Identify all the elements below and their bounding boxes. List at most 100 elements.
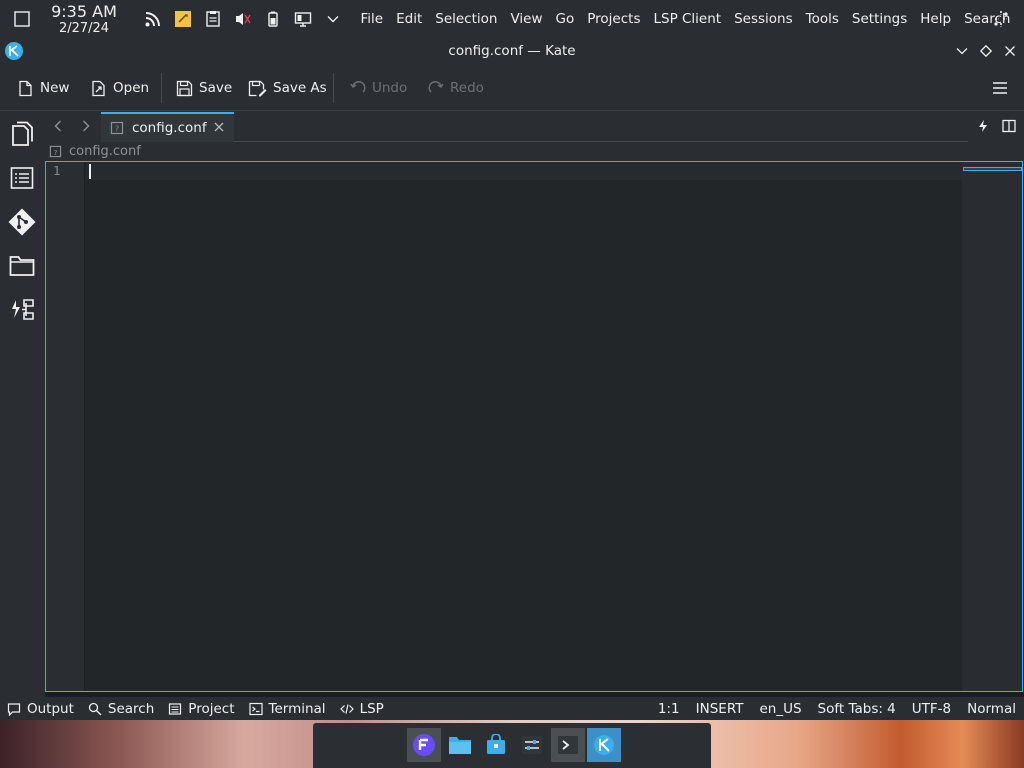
symbol-list-panel-button[interactable] [7,163,37,193]
new-label: New [40,80,70,96]
hamburger-menu-icon [993,82,1007,94]
output-icon [7,702,21,716]
save-as-icon [248,80,267,96]
lsp-label: LSP [359,700,384,717]
quick-open-button[interactable] [974,117,992,135]
redo-label: Redo [450,80,484,96]
battery-icon[interactable] [258,0,288,38]
close-window-button[interactable] [1000,41,1020,61]
display-configuration-icon[interactable] [288,0,318,38]
redo-button[interactable]: Redo [428,65,484,111]
tab-config-conf[interactable]: ? config.conf [101,112,234,142]
menu-help[interactable]: Help [914,0,958,38]
menu-view[interactable]: View [504,0,549,38]
documents-panel-button[interactable] [7,119,37,149]
menu-lsp-client[interactable]: LSP Client [647,0,728,38]
save-button[interactable]: Save [176,65,232,111]
go-back-button[interactable] [49,117,67,135]
project-icon [169,702,182,715]
close-tab-icon[interactable] [213,121,225,133]
chevron-left-icon [54,120,61,132]
task-terminal[interactable] [551,728,585,762]
menu-projects[interactable]: Projects [581,0,647,38]
output-tool-button[interactable]: Output [0,697,81,720]
maximize-button[interactable] [976,41,996,61]
text-editor[interactable]: 1 [45,161,1023,692]
open-document-icon [92,80,105,96]
sticky-notes-icon[interactable] [168,0,198,38]
global-menu-bar: File Edit Selection View Go Projects LSP… [354,0,1017,38]
menu-edit[interactable]: Edit [390,0,429,38]
git-panel-button[interactable] [7,207,37,237]
projects-panel-button[interactable] [7,295,37,325]
discover-icon [487,734,505,754]
task-manager [313,723,711,768]
insert-mode-indicator[interactable]: INSERT [688,701,752,717]
menu-go[interactable]: Go [549,0,581,38]
menu-selection[interactable]: Selection [429,0,504,38]
redo-icon [428,81,444,93]
split-view-icon [1002,119,1016,133]
filesystem-browser-panel-button[interactable] [7,251,37,281]
show-desktop-icon[interactable] [0,0,44,38]
search-tool-button[interactable]: Search [81,697,161,720]
current-line-highlight [86,162,962,180]
open-label: Open [113,80,150,96]
split-view-button[interactable] [1000,117,1018,135]
chevron-down-icon[interactable] [318,0,348,38]
save-as-button[interactable]: Save As [248,65,327,111]
maximize-icon [980,45,992,57]
undo-icon [350,81,366,93]
go-forward-button[interactable] [77,117,95,135]
file-manager-icon [449,737,471,754]
lsp-tool-button[interactable]: LSP [333,697,391,720]
minimize-icon [956,48,968,55]
save-icon [176,80,193,96]
window-titlebar[interactable]: config.conf — Kate [0,38,1024,65]
open-button[interactable]: Open [90,65,149,111]
system-settings-icon [522,736,542,754]
app-launcher-icon [413,734,435,756]
terminal-icon [248,702,263,715]
undo-button[interactable]: Undo [350,65,407,111]
volume-muted-icon[interactable] [228,0,258,38]
window-title: config.conf — Kate [448,43,576,59]
minimap-scrollbar[interactable] [962,162,1022,691]
task-file-manager[interactable] [443,728,477,762]
clock-time: 9:35 AM [51,1,117,21]
line-number-gutter[interactable]: 1 [46,162,85,691]
terminal-label: Terminal [268,700,326,717]
terminal-tool-button[interactable]: Terminal [242,697,333,720]
task-system-settings[interactable] [515,728,549,762]
status-indicators: 1:1 INSERT en_US Soft Tabs: 4 UTF-8 Norm… [650,697,1024,720]
new-button[interactable]: New [17,65,69,111]
digital-clock[interactable]: 9:35 AM 2/27/24 [44,1,124,35]
breadcrumb-file[interactable]: config.conf [69,144,141,159]
cursor-position[interactable]: 1:1 [650,701,688,717]
encoding-selector[interactable]: UTF-8 [904,701,959,717]
project-tool-button[interactable]: Project [161,697,241,720]
new-document-icon [19,80,32,96]
task-discover[interactable] [479,728,513,762]
menu-settings[interactable]: Settings [845,0,913,38]
hamburger-menu-button[interactable] [990,78,1010,98]
close-icon [1005,46,1015,56]
menu-file[interactable]: File [354,0,390,38]
project-label: Project [188,700,235,717]
menu-sessions[interactable]: Sessions [728,0,800,38]
indentation-settings[interactable]: Soft Tabs: 4 [810,701,904,717]
minimize-button[interactable] [952,41,972,61]
breadcrumb[interactable]: ? config.conf [45,142,1024,161]
filesystem-browser-icon [9,256,35,276]
task-kate[interactable] [587,728,621,762]
minimap-viewport[interactable] [963,167,1022,171]
input-mode-selector[interactable]: Normal [959,701,1024,717]
activities-icon[interactable] [986,0,1016,38]
undo-label: Undo [372,80,408,96]
dictionary-selector[interactable]: en_US [751,701,809,717]
rss-feed-icon[interactable] [138,0,168,38]
task-app-launcher[interactable] [407,728,441,762]
clipboard-icon[interactable] [198,0,228,38]
menu-tools[interactable]: Tools [799,0,845,38]
unknown-file-type-icon: ? [49,145,62,158]
